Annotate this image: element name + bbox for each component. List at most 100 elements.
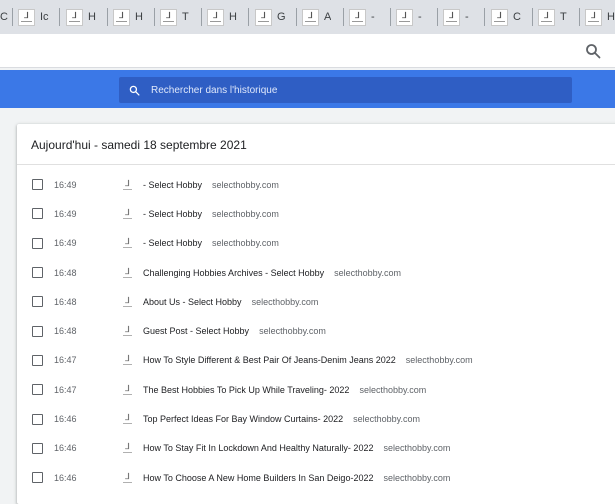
browser-tab[interactable]: ⅃ H <box>61 4 105 30</box>
entry-link[interactable]: - Select Hobby selecthobby.com <box>143 180 279 190</box>
entry-link[interactable]: - Select Hobby selecthobby.com <box>143 209 279 219</box>
favicon-line <box>123 276 132 278</box>
browser-tab[interactable]: ⅃ - <box>438 4 482 30</box>
day-header: Aujourd'hui - samedi 18 septembre 2021 <box>31 138 247 152</box>
entry-checkbox[interactable] <box>32 384 43 396</box>
entry-domain[interactable]: selecthobby.com <box>406 355 473 365</box>
entry-domain[interactable]: selecthobby.com <box>252 297 319 307</box>
browser-tab[interactable]: ⅃ - <box>391 4 435 30</box>
entry-link[interactable]: Guest Post - Select Hobby selecthobby.com <box>143 326 326 336</box>
history-search-input[interactable] <box>149 83 533 97</box>
entry-link[interactable]: The Best Hobbies To Pick Up While Travel… <box>143 385 426 395</box>
entry-checkbox[interactable] <box>32 325 43 337</box>
tab-title: H <box>88 11 96 23</box>
browser-tab[interactable]: ⅃ H <box>580 4 615 30</box>
entry-time: 16:49 <box>54 208 77 219</box>
browser-tab[interactable]: ⅃ A <box>297 4 341 30</box>
select-hobby-favicon-icon: ⅃ <box>538 8 555 26</box>
tab-title: G <box>277 11 286 23</box>
entry-checkbox[interactable] <box>32 208 43 220</box>
entry-title[interactable]: How To Choose A New Home Builders In San… <box>143 473 373 483</box>
browser-tab[interactable]: ⅃ H <box>202 4 246 30</box>
favicon-glyph: ⅃ <box>125 325 130 335</box>
entry-domain[interactable]: selecthobby.com <box>259 326 326 336</box>
history-entry: 16:46 ⅃ How To Stay Fit In Lockdown And He… <box>17 434 615 463</box>
entry-checkbox[interactable] <box>32 237 43 249</box>
history-entry: 16:48 ⅃ About Us - Select Hobby selecthobby… <box>17 287 615 316</box>
favicon-line <box>541 21 552 22</box>
select-hobby-favicon-icon: ⅃ <box>491 8 508 26</box>
entry-domain[interactable]: selecthobby.com <box>212 238 279 248</box>
entry-link[interactable]: - Select Hobby selecthobby.com <box>143 238 279 248</box>
select-hobby-favicon-icon: ⅃ <box>122 355 133 366</box>
entry-title[interactable]: Guest Post - Select Hobby <box>143 326 249 336</box>
favicon-line <box>446 21 457 22</box>
entry-checkbox[interactable] <box>32 179 43 191</box>
entry-domain[interactable]: selecthobby.com <box>383 443 450 453</box>
entry-title[interactable]: Challenging Hobbies Archives - Select Ho… <box>143 268 324 278</box>
favicon-glyph: ⅃ <box>125 207 130 217</box>
favicon-glyph: ⅃ <box>213 11 218 20</box>
entry-domain[interactable]: selecthobby.com <box>353 414 420 424</box>
tab-separator <box>248 8 249 26</box>
tab-title: - <box>371 11 375 23</box>
history-search-box[interactable] <box>119 77 572 103</box>
favicon-glyph: ⅃ <box>125 178 130 188</box>
entry-title[interactable]: How To Style Different & Best Pair Of Je… <box>143 355 396 365</box>
entry-link[interactable]: Challenging Hobbies Archives - Select Ho… <box>143 268 401 278</box>
entry-checkbox[interactable] <box>32 413 43 425</box>
entry-link[interactable]: How To Style Different & Best Pair Of Je… <box>143 355 473 365</box>
entry-checkbox[interactable] <box>32 442 43 454</box>
entry-title[interactable]: About Us - Select Hobby <box>143 297 242 307</box>
entry-title[interactable]: How To Stay Fit In Lockdown And Healthy … <box>143 443 373 453</box>
select-hobby-favicon-icon: ⅃ <box>122 208 133 219</box>
entry-checkbox[interactable] <box>32 472 43 484</box>
search-icon[interactable] <box>585 43 601 59</box>
entry-title[interactable]: - Select Hobby <box>143 209 202 219</box>
entry-title[interactable]: The Best Hobbies To Pick Up While Travel… <box>143 385 349 395</box>
select-hobby-favicon-icon: ⅃ <box>122 296 133 307</box>
entry-domain[interactable]: selecthobby.com <box>212 209 279 219</box>
favicon-glyph: ⅃ <box>261 11 266 20</box>
entry-checkbox[interactable] <box>32 296 43 308</box>
browser-tab[interactable]: ⅃ - <box>344 4 388 30</box>
browser-tab[interactable]: ⅃ G <box>250 4 294 30</box>
favicon-glyph: ⅃ <box>544 11 549 20</box>
entry-domain[interactable]: selecthobby.com <box>334 268 401 278</box>
browser-tab[interactable]: ⅃ H <box>108 4 152 30</box>
favicon-glyph: ⅃ <box>166 11 171 20</box>
entry-domain[interactable]: selecthobby.com <box>212 180 279 190</box>
browser-toolbar <box>0 34 615 68</box>
entry-title[interactable]: - Select Hobby <box>143 180 202 190</box>
entry-domain[interactable]: selecthobby.com <box>383 473 450 483</box>
browser-tab[interactable]: C <box>0 4 10 30</box>
favicon-line <box>123 305 132 307</box>
browser-tab[interactable]: ⅃ C <box>486 4 530 30</box>
entry-link[interactable]: About Us - Select Hobby selecthobby.com <box>143 297 318 307</box>
entry-title[interactable]: Top Perfect Ideas For Bay Window Curtain… <box>143 414 343 424</box>
favicon-glyph: ⅃ <box>449 11 454 20</box>
entry-time: 16:48 <box>54 326 77 337</box>
favicon-glyph: ⅃ <box>125 442 130 452</box>
entry-link[interactable]: How To Choose A New Home Builders In San… <box>143 473 450 483</box>
entry-link[interactable]: How To Stay Fit In Lockdown And Healthy … <box>143 443 450 453</box>
favicon-line <box>588 21 599 22</box>
entry-title[interactable]: - Select Hobby <box>143 238 202 248</box>
entry-checkbox[interactable] <box>32 354 43 366</box>
browser-tab[interactable]: ⅃ T <box>533 4 577 30</box>
favicon-line <box>123 423 132 425</box>
select-hobby-favicon-icon: ⅃ <box>113 8 130 26</box>
favicon-line <box>123 393 132 395</box>
favicon-line <box>123 481 132 483</box>
entry-link[interactable]: Top Perfect Ideas For Bay Window Curtain… <box>143 414 420 424</box>
browser-tab[interactable]: ⅃ Ic <box>13 4 57 30</box>
history-entry: 16:46 ⅃ Top Perfect Ideas For Bay Window C… <box>17 404 615 433</box>
entry-time: 16:49 <box>54 179 77 190</box>
browser-tab[interactable]: ⅃ T <box>155 4 199 30</box>
favicon-glyph: ⅃ <box>125 295 130 305</box>
entry-domain[interactable]: selecthobby.com <box>359 385 426 395</box>
entry-checkbox[interactable] <box>32 267 43 279</box>
favicon-line <box>116 21 127 22</box>
tab-title: H <box>135 11 143 23</box>
select-hobby-favicon-icon: ⅃ <box>18 8 35 26</box>
